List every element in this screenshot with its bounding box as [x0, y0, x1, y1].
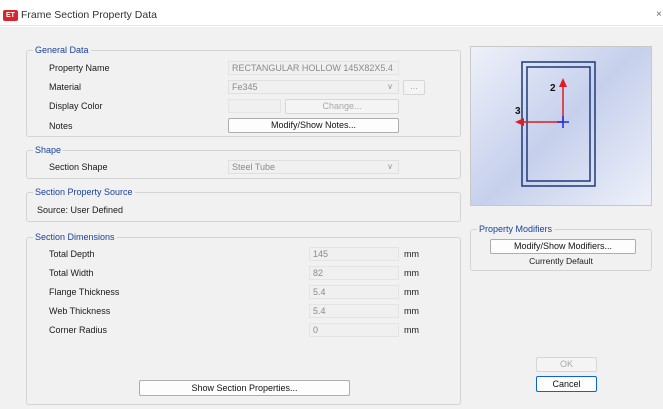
general-data-group: General Data Property Name RECTANGULAR H…	[26, 45, 461, 137]
tube-inner-wall	[526, 66, 591, 182]
close-icon[interactable]: ×	[656, 9, 662, 20]
total-depth-field[interactable]: 145	[309, 247, 399, 261]
shape-legend: Shape	[33, 145, 64, 156]
material-more-button[interactable]: ...	[403, 80, 425, 95]
corner-radius-label: Corner Radius	[49, 325, 108, 335]
general-data-legend: General Data	[33, 45, 91, 56]
ok-button[interactable]: OK	[536, 357, 597, 372]
display-color-label: Display Color	[49, 101, 103, 111]
chevron-down-icon: ∨	[387, 82, 393, 91]
total-width-unit: mm	[404, 268, 419, 278]
show-section-properties-button[interactable]: Show Section Properties...	[139, 380, 350, 396]
modify-show-notes-button[interactable]: Modify/Show Notes...	[228, 118, 399, 133]
section-property-source-legend: Section Property Source	[33, 187, 135, 198]
section-preview: 2 3	[470, 46, 652, 206]
material-label: Material	[49, 82, 82, 92]
modify-show-modifiers-button[interactable]: Modify/Show Modifiers...	[490, 239, 636, 254]
material-value: Fe345	[232, 82, 258, 92]
notes-label: Notes	[49, 121, 73, 131]
section-dimensions-legend: Section Dimensions	[33, 232, 117, 243]
property-name-field[interactable]: RECTANGULAR HOLLOW 145X82X5.4	[228, 61, 399, 75]
source-text: Source: User Defined	[37, 205, 124, 215]
total-depth-unit: mm	[404, 249, 419, 259]
corner-radius-unit: mm	[404, 325, 419, 335]
chevron-down-icon: ∨	[387, 162, 393, 171]
axis-2-label: 2	[550, 83, 556, 94]
section-dimensions-group: Section Dimensions Total Depth 145 mm To…	[26, 232, 461, 405]
property-name-label: Property Name	[49, 63, 110, 73]
title-bar: ET Frame Section Property Data ×	[0, 0, 663, 26]
total-depth-label: Total Depth	[49, 249, 95, 259]
property-modifiers-legend: Property Modifiers	[477, 224, 555, 235]
display-color-swatch[interactable]	[228, 99, 281, 113]
web-thickness-field[interactable]: 5.4	[309, 304, 399, 318]
property-modifiers-group: Property Modifiers Modify/Show Modifiers…	[470, 224, 652, 271]
section-shape-dropdown[interactable]: Steel Tube ∨	[228, 160, 399, 174]
axis-3-arrow-icon	[515, 118, 524, 126]
web-thickness-label: Web Thickness	[49, 306, 111, 316]
flange-thickness-label: Flange Thickness	[49, 287, 120, 297]
total-width-field[interactable]: 82	[309, 266, 399, 280]
app-icon: ET	[3, 10, 18, 21]
section-drawing: 2 3	[515, 61, 596, 187]
corner-radius-field[interactable]: 0	[309, 323, 399, 337]
section-shape-value: Steel Tube	[232, 162, 276, 172]
section-shape-label: Section Shape	[49, 162, 108, 172]
shape-group: Shape Section Shape Steel Tube ∨	[26, 145, 461, 179]
web-thickness-unit: mm	[404, 306, 419, 316]
cancel-button[interactable]: Cancel	[536, 376, 597, 392]
dialog-client: General Data Property Name RECTANGULAR H…	[0, 27, 663, 409]
change-color-button[interactable]: Change...	[285, 99, 399, 114]
tube-outer-wall	[521, 61, 596, 187]
flange-thickness-unit: mm	[404, 287, 419, 297]
section-property-source-group: Section Property Source Source: User Def…	[26, 187, 461, 222]
axis-2-arrow-icon	[559, 78, 567, 87]
total-width-label: Total Width	[49, 268, 94, 278]
material-dropdown[interactable]: Fe345 ∨	[228, 80, 399, 94]
flange-thickness-field[interactable]: 5.4	[309, 285, 399, 299]
axis-3-label: 3	[515, 106, 521, 117]
modifiers-status: Currently Default	[529, 256, 593, 266]
window-title: Frame Section Property Data	[21, 9, 157, 21]
